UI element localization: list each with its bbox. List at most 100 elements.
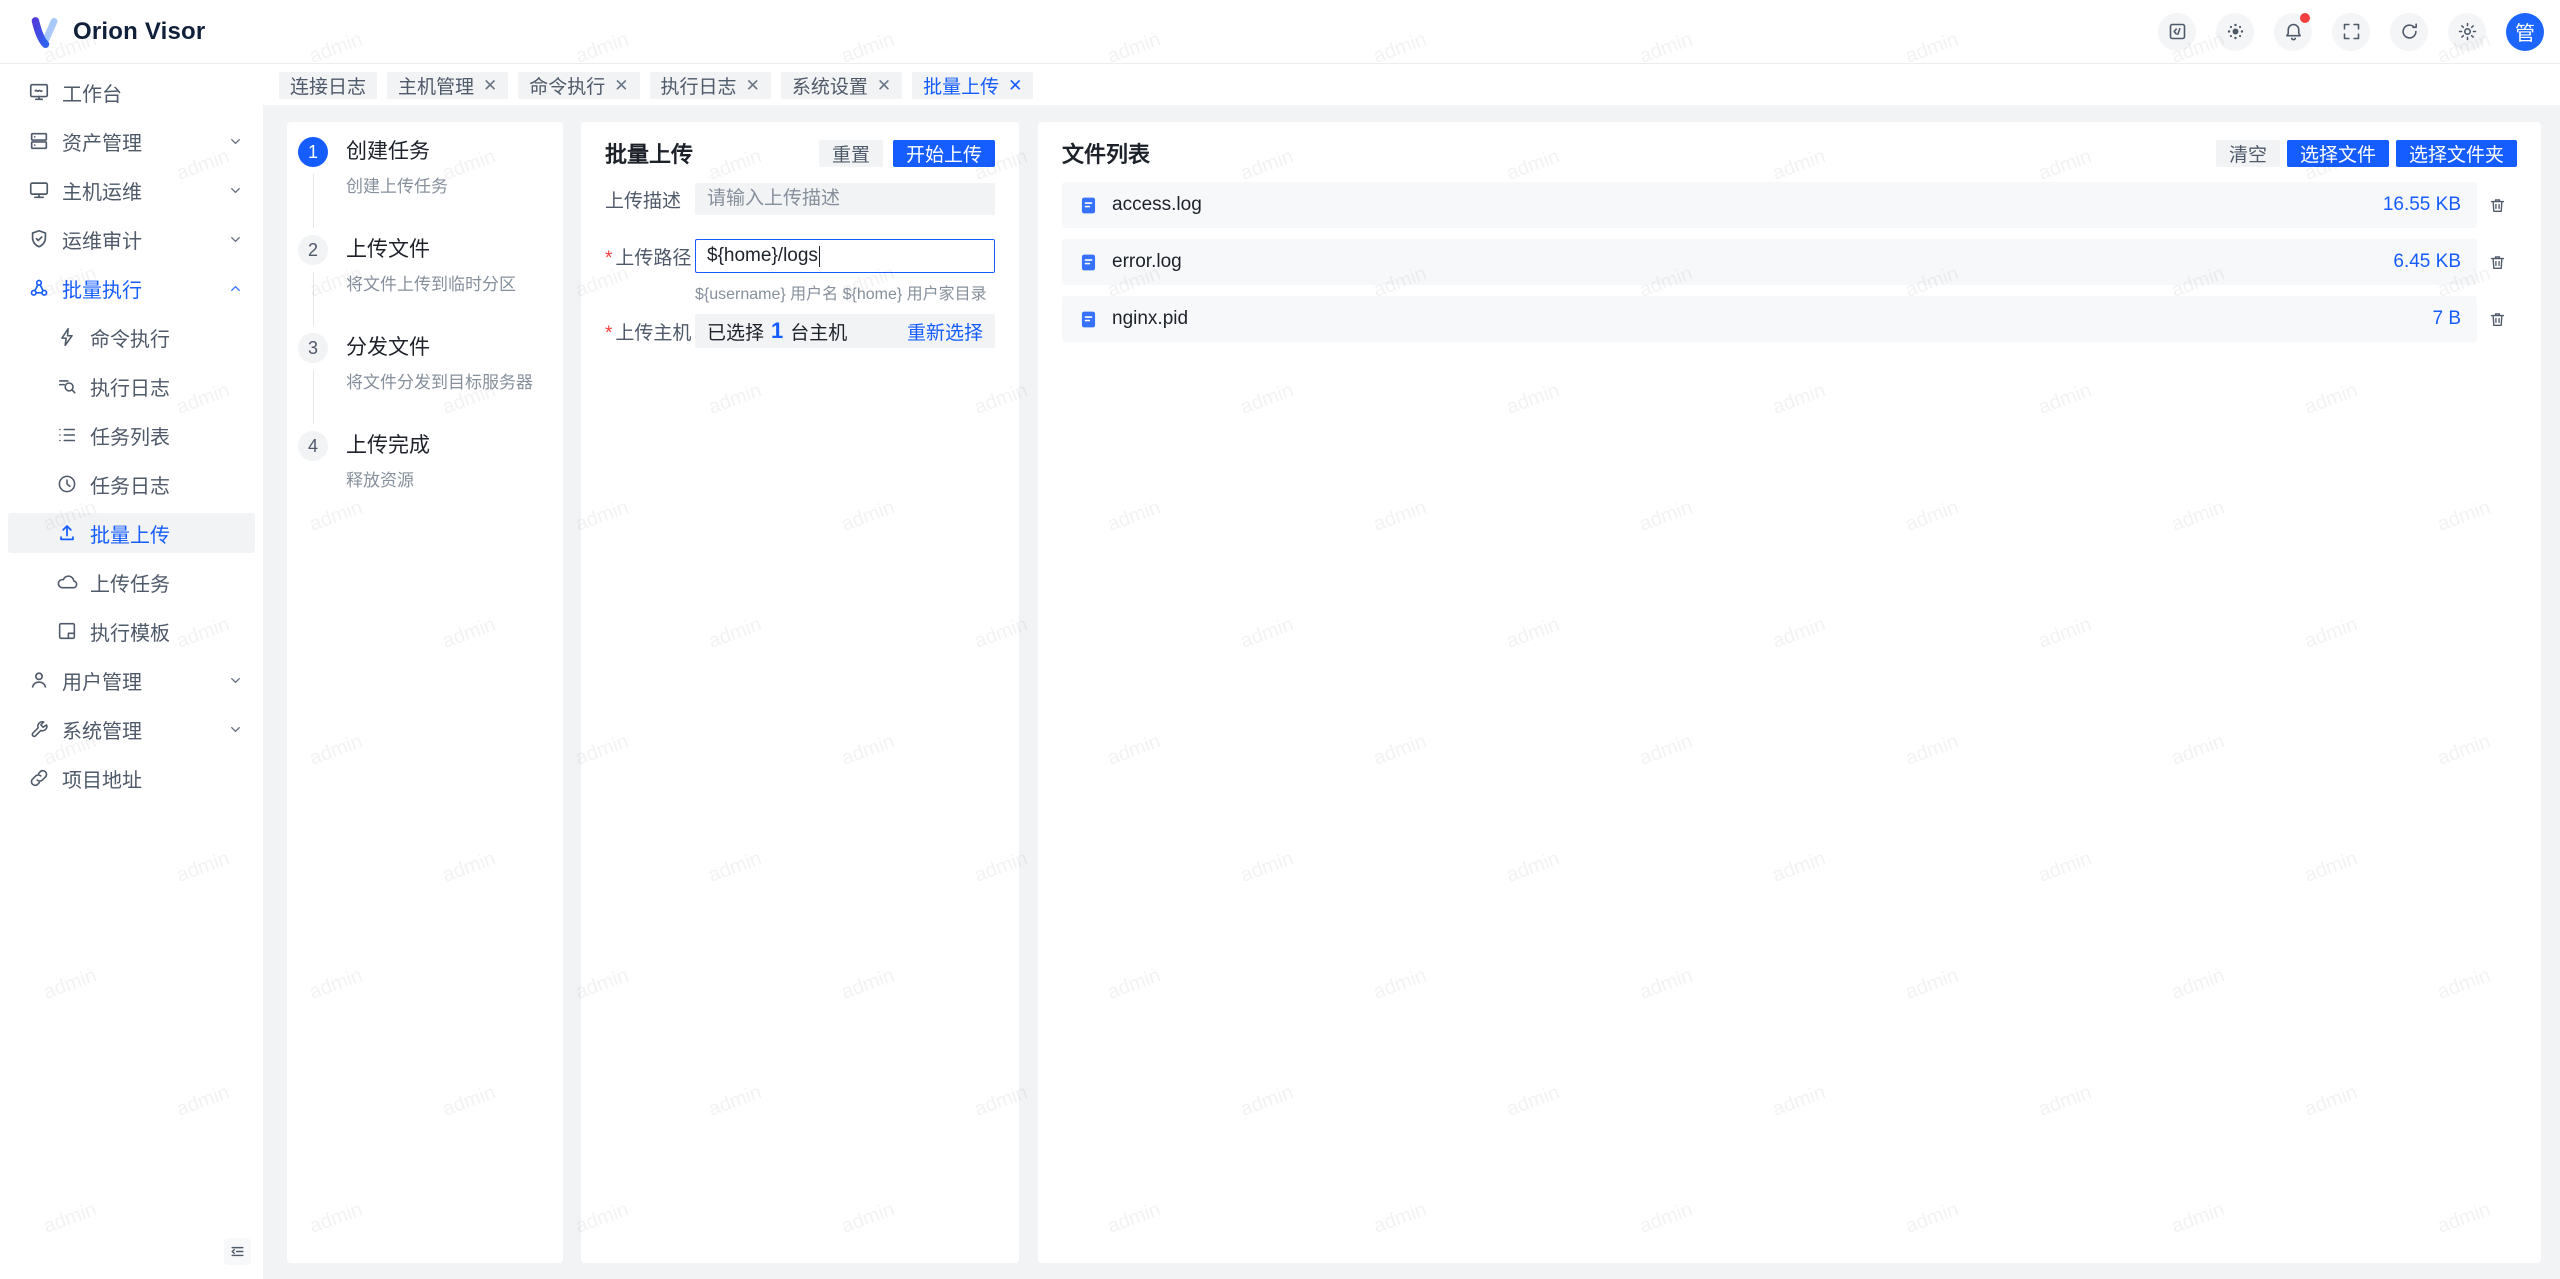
chevron-up-icon [228,281,243,296]
tab-connection-log[interactable]: 连接日志 [279,72,377,99]
sidebar-item-ops-audit[interactable]: 运维审计 [8,219,255,259]
sidebar-item-execution-template[interactable]: 执行模板 [8,611,255,651]
step-upload-complete: 4 上传完成 释放资源 [298,431,545,529]
upload-icon [56,522,78,544]
menu-fold-icon [229,1243,246,1260]
open-tabs-bar: 连接日志 主机管理✕ 命令执行 ✕ 执行日志✕ 系统设置 ✕ 批量上传✕ [263,65,2560,105]
tab-system-settings[interactable]: 系统设置 ✕ [781,72,902,99]
start-upload-button[interactable]: 开始上传 [893,140,995,167]
sidebar-item-label: 上传任务 [90,568,243,597]
delete-file-button[interactable] [2477,310,2517,329]
upload-steps-panel: 1 创建任务 创建上传任务 2 上传文件 将文件上传到临时分区 3 分发文件 将… [287,122,563,1263]
theme-toggle-button[interactable] [2216,13,2254,51]
workbench-icon [28,81,50,103]
sidebar-item-label: 命令执行 [90,323,243,352]
sidebar-item-task-list[interactable]: 任务列表 [8,415,255,455]
step-title: 上传完成 [346,431,430,461]
app-logo: Orion Visor [28,15,205,49]
sidebar-item-command-execution[interactable]: 命令执行 [8,317,255,357]
close-icon[interactable]: ✕ [614,77,628,94]
file-list-title: 文件列表 [1062,137,1150,169]
file-size: 7 B [2432,308,2461,330]
upload-path-input[interactable]: ${home}/logs [695,239,995,273]
select-folder-button[interactable]: 选择文件夹 [2396,140,2517,167]
sidebar-collapse-button[interactable] [224,1238,251,1265]
api-code-button[interactable] [2158,13,2196,51]
page: Orion Visor [0,0,2560,1279]
sidebar-item-label: 任务日志 [90,470,243,499]
step-upload-files: 2 上传文件 将文件上传到临时分区 [298,235,545,333]
hosts-selected-suffix: 台主机 [790,318,847,345]
monitor-icon [28,179,50,201]
sidebar-item-label: 任务列表 [90,421,243,450]
header-actions: 管 [2158,13,2544,51]
step-title: 分发文件 [346,333,533,363]
sidebar-item-label: 系统管理 [62,715,228,744]
notifications-button[interactable] [2274,13,2312,51]
sidebar-item-label: 批量上传 [90,519,243,548]
selected-hosts-box: 已选择 1 台主机 重新选择 [695,314,995,348]
step-number-badge: 3 [298,333,328,363]
close-icon[interactable]: ✕ [1008,77,1022,94]
sidebar-item-upload-task[interactable]: 上传任务 [8,562,255,602]
refresh-button[interactable] [2390,13,2428,51]
tab-execution-log[interactable]: 执行日志✕ [650,72,771,99]
sidebar-item-project-url[interactable]: 项目地址 [8,758,255,798]
sidebar-item-batch-upload[interactable]: 批量上传 [8,513,255,553]
sidebar-item-label: 批量执行 [62,274,228,303]
user-icon [28,669,50,691]
step-description: 释放资源 [346,466,430,491]
list-icon [56,424,78,446]
reselect-hosts-link[interactable]: 重新选择 [907,318,983,345]
cluster-icon [28,277,50,299]
step-description: 创建上传任务 [346,172,448,197]
reset-button[interactable]: 重置 [819,140,883,167]
tab-label: 系统设置 [792,72,868,99]
user-avatar[interactable]: 管 [2506,13,2544,51]
sidebar-item-asset-management[interactable]: 资产管理 [8,121,255,161]
sidebar-item-execution-log[interactable]: 执行日志 [8,366,255,406]
hosts-selected-count: 1 [771,318,783,344]
close-icon[interactable]: ✕ [483,77,497,94]
step-description: 将文件分发到目标服务器 [346,368,533,393]
wrench-icon [28,718,50,740]
text-cursor [819,246,821,267]
delete-file-button[interactable] [2477,253,2517,272]
clear-files-button[interactable]: 清空 [2216,140,2280,167]
upload-description-input[interactable] [695,183,995,215]
chevron-down-icon [228,183,243,198]
file-name: access.log [1112,194,1202,216]
sidebar-item-host-ops[interactable]: 主机运维 [8,170,255,210]
close-icon[interactable]: ✕ [877,77,891,94]
file-icon [1078,252,1099,273]
sidebar-item-workbench[interactable]: 工作台 [8,72,255,112]
sidebar-item-label: 运维审计 [62,225,228,254]
sidebar-item-task-log[interactable]: 任务日志 [8,464,255,504]
sidebar-item-label: 用户管理 [62,666,228,695]
upload-path-row: *上传路径 ${home}/logs [605,239,995,273]
fullscreen-button[interactable] [2332,13,2370,51]
tab-command-execution[interactable]: 命令执行 ✕ [518,72,639,99]
tab-batch-upload[interactable]: 批量上传✕ [912,72,1033,99]
upload-host-row: *上传主机 已选择 1 台主机 重新选择 [605,314,995,348]
template-icon [56,620,78,642]
sidebar-item-label: 执行日志 [90,372,243,401]
delete-file-button[interactable] [2477,196,2517,215]
server-icon [28,130,50,152]
tab-label: 命令执行 [529,72,605,99]
sidebar-item-batch-execution[interactable]: 批量执行 [8,268,255,308]
file-row: access.log 16.55 KB [1062,182,2517,228]
step-title: 上传文件 [346,235,516,265]
settings-button[interactable] [2448,13,2486,51]
select-files-button[interactable]: 选择文件 [2287,140,2389,167]
tab-host-management[interactable]: 主机管理✕ [387,72,508,99]
main-content: 1 创建任务 创建上传任务 2 上传文件 将文件上传到临时分区 3 分发文件 将… [263,105,2560,1279]
file-row: nginx.pid 7 B [1062,296,2517,342]
refresh-icon [2399,21,2420,42]
step-number-badge: 1 [298,137,328,167]
sidebar-item-user-management[interactable]: 用户管理 [8,660,255,700]
close-icon[interactable]: ✕ [746,77,760,94]
chevron-down-icon [228,722,243,737]
chevron-down-icon [228,232,243,247]
sidebar-item-system-management[interactable]: 系统管理 [8,709,255,749]
